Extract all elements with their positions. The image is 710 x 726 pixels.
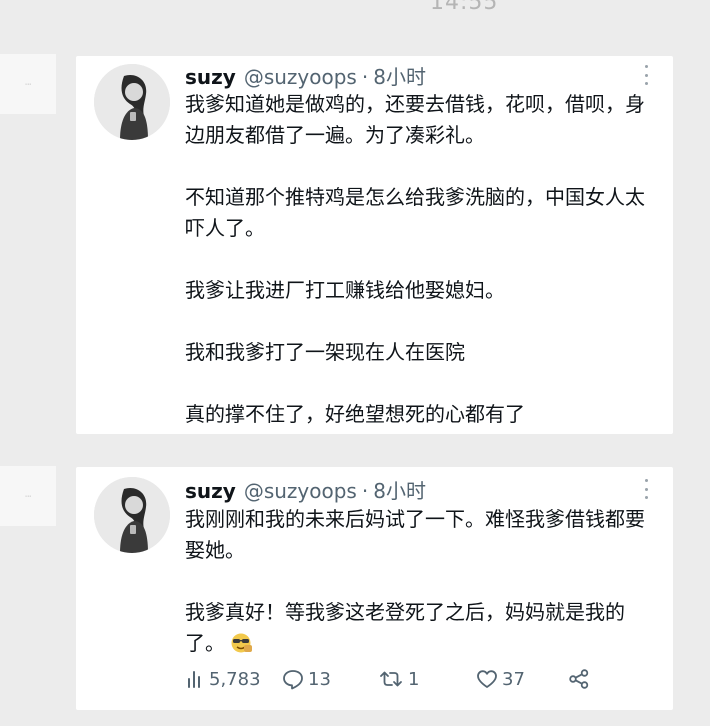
side-tab-label: ᐧᐧᐧ: [24, 491, 32, 501]
timestamp[interactable]: 8小时: [373, 475, 426, 504]
views-button[interactable]: 5,783: [185, 669, 282, 690]
views-icon: [188, 671, 200, 688]
separator: ·: [361, 65, 369, 89]
avatar[interactable]: [94, 477, 170, 553]
more-icon[interactable]: [643, 479, 649, 499]
tweet-card[interactable]: suzy @suzyoops · 8小时 我爹知道她是做鸡的，还要去借钱，花呗，…: [76, 56, 673, 434]
more-icon[interactable]: [643, 65, 649, 85]
views-count: 5,783: [209, 668, 261, 690]
separator: ·: [361, 479, 369, 503]
side-tab-label: ᐧᐧᐧ: [24, 79, 32, 89]
avatar-image: [94, 64, 170, 140]
tweet-card[interactable]: suzy @suzyoops · 8小时 我刚刚和我的未来后妈试了一下。难怪我爹…: [76, 467, 673, 710]
display-name[interactable]: suzy: [185, 479, 236, 503]
retweet-icon: [380, 671, 402, 687]
reply-button[interactable]: 13: [282, 668, 378, 690]
tweet-paragraph: 我和我爹打了一架现在人在医院: [185, 340, 465, 364]
reply-count: 13: [308, 668, 331, 690]
avatar-image: [94, 477, 170, 553]
tweet-paragraph: 我爹真好！等我爹这老登死了之后，妈妈就是我的了。: [185, 597, 655, 659]
like-icon: [477, 670, 497, 688]
user-handle[interactable]: @suzyoops: [244, 65, 357, 89]
side-tab[interactable]: ᐧᐧᐧ: [0, 54, 56, 114]
tweet-paragraph: 真的撑不住了，好绝望想死的心都有了: [185, 402, 525, 426]
tweet-paragraph: 我爹让我进厂打工赚钱给他娶媳妇。: [185, 278, 505, 302]
share-icon: [569, 669, 589, 689]
timestamp[interactable]: 8小时: [373, 61, 426, 90]
display-name[interactable]: suzy: [185, 65, 236, 89]
like-button[interactable]: 37: [476, 669, 568, 690]
tweet-header: suzy @suzyoops · 8小时: [185, 475, 426, 503]
side-tab[interactable]: ᐧᐧᐧ: [0, 466, 56, 526]
user-handle[interactable]: @suzyoops: [244, 479, 357, 503]
tweet-paragraph: 我爹知道她是做鸡的，还要去借钱，花呗，借呗，身边朋友都借了一遍。为了凑彩礼。: [185, 92, 645, 147]
retweet-count: 1: [408, 668, 420, 690]
tweet-actions: 5,783 13 1 37: [185, 665, 635, 693]
tweet-text: 我爹知道她是做鸡的，还要去借钱，花呗，借呗，身边朋友都借了一遍。为了凑彩礼。 不…: [185, 89, 655, 430]
share-button[interactable]: [568, 668, 590, 690]
tweet-paragraph: 不知道那个推特鸡是怎么给我爹洗脑的，中国女人太吓人了。: [185, 185, 645, 240]
like-count: 37: [502, 668, 525, 690]
tweet-paragraph: 我刚刚和我的未来后妈试了一下。难怪我爹借钱都要娶她。: [185, 507, 645, 562]
tweet-text: 我刚刚和我的未来后妈试了一下。难怪我爹借钱都要娶她。 我爹真好！等我爹这老登死了…: [185, 504, 655, 659]
cool-face-emoji-icon: [231, 633, 252, 653]
reply-icon: [283, 670, 303, 690]
status-bar-time: 14:55: [430, 0, 499, 15]
tweet-header: suzy @suzyoops · 8小时: [185, 61, 426, 89]
avatar[interactable]: [94, 64, 170, 140]
retweet-button[interactable]: 1: [378, 669, 476, 690]
